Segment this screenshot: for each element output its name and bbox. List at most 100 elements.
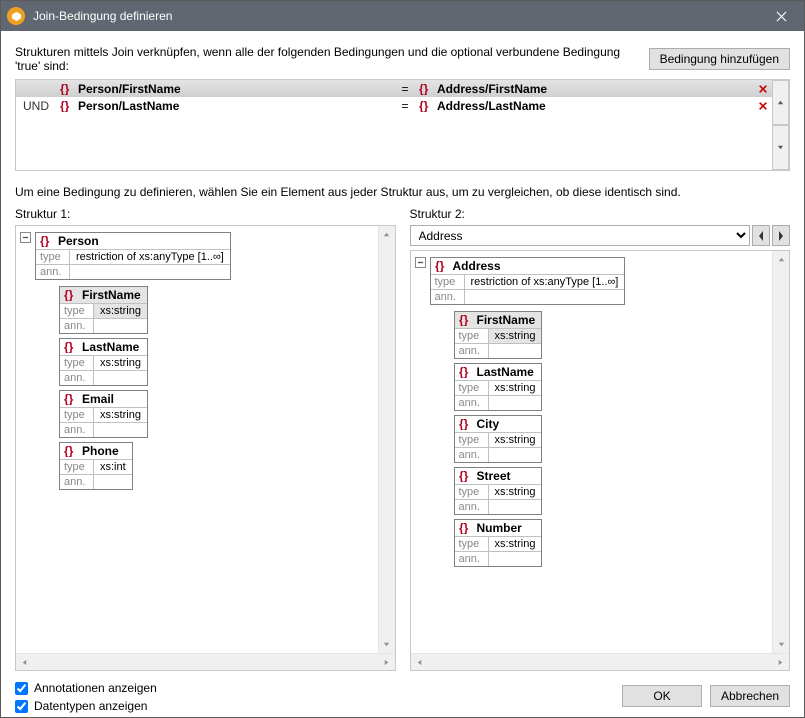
condition-right: Address/FirstName — [437, 82, 547, 96]
structure-1-tree[interactable]: {} Person type restriction of xs:anyType [1… — [15, 225, 396, 671]
tree-node-name[interactable]: Street — [477, 469, 511, 483]
element-icon: {} — [40, 235, 54, 247]
condition-operator: UND — [16, 99, 56, 113]
type-label: type — [60, 356, 94, 370]
ann-value — [489, 500, 501, 514]
vertical-scrollbar[interactable] — [772, 251, 789, 653]
scroll-right-icon[interactable] — [772, 654, 789, 670]
structure-1-label: Struktur 1: — [15, 207, 396, 221]
conditions-table: {} Person/FirstName = {} Address/FirstNa… — [15, 79, 790, 171]
svg-text:{}: {} — [64, 341, 74, 353]
scroll-left-icon[interactable] — [411, 654, 428, 670]
element-icon: {} — [419, 100, 433, 112]
scroll-right-icon[interactable] — [378, 654, 395, 670]
svg-text:{}: {} — [459, 470, 469, 482]
scroll-left-icon[interactable] — [16, 654, 33, 670]
structure-2-tree[interactable]: {} Address type restriction of xs:anyType [… — [410, 250, 791, 671]
condition-left: Person/FirstName — [78, 82, 181, 96]
ann-value — [94, 423, 106, 437]
type-value: restriction of xs:anyType [1..∞] — [70, 250, 230, 264]
dialog-window: Join-Bedingung definieren Strukturen mit… — [0, 0, 805, 718]
add-condition-button[interactable]: Bedingung hinzufügen — [649, 48, 790, 70]
element-icon: {} — [435, 260, 449, 272]
ann-value — [489, 448, 501, 462]
collapse-toggle[interactable] — [415, 257, 426, 268]
ann-label: ann. — [60, 423, 94, 437]
element-icon: {} — [459, 366, 473, 378]
ann-value — [489, 344, 501, 358]
tree-node-name[interactable]: Address — [453, 259, 501, 273]
tree-node-name[interactable]: LastName — [477, 365, 534, 379]
tree-node-name[interactable]: Number — [477, 521, 522, 535]
svg-text:{}: {} — [459, 418, 469, 430]
scroll-up-icon[interactable] — [773, 251, 789, 268]
ann-label: ann. — [455, 344, 489, 358]
condition-reorder-spinner — [772, 80, 789, 170]
move-up-button[interactable] — [772, 80, 789, 125]
type-value: xs:string — [489, 433, 542, 447]
condition-row[interactable]: {} Person/FirstName = {} Address/FirstNa… — [16, 80, 772, 97]
type-value: xs:string — [489, 485, 542, 499]
type-value: xs:string — [94, 408, 147, 422]
tree-node-name[interactable]: Email — [82, 392, 114, 406]
condition-eq: = — [395, 82, 415, 96]
tree-node-name[interactable]: Phone — [82, 444, 119, 458]
scroll-up-icon[interactable] — [379, 226, 395, 243]
element-icon: {} — [419, 83, 433, 95]
close-button[interactable] — [759, 1, 804, 31]
ann-value — [70, 265, 82, 279]
horizontal-scrollbar[interactable] — [16, 653, 395, 670]
titlebar: Join-Bedingung definieren — [1, 1, 804, 31]
ann-value — [489, 552, 501, 566]
svg-text:{}: {} — [40, 235, 50, 247]
svg-text:{}: {} — [435, 260, 445, 272]
tree-node-name[interactable]: FirstName — [82, 288, 141, 302]
svg-text:{}: {} — [60, 83, 70, 95]
element-icon: {} — [60, 100, 74, 112]
element-icon: {} — [64, 289, 78, 301]
ann-value — [94, 319, 106, 333]
cancel-button[interactable]: Abbrechen — [710, 685, 790, 707]
vertical-scrollbar[interactable] — [378, 226, 395, 653]
type-label: type — [455, 537, 489, 551]
app-icon — [7, 7, 25, 25]
ann-value — [465, 290, 477, 304]
tree-node-name[interactable]: LastName — [82, 340, 139, 354]
ann-label: ann. — [60, 319, 94, 333]
delete-condition-icon[interactable] — [754, 83, 772, 95]
scroll-down-icon[interactable] — [773, 636, 789, 653]
scroll-down-icon[interactable] — [379, 636, 395, 653]
ok-button[interactable]: OK — [622, 685, 702, 707]
type-value: xs:string — [489, 537, 542, 551]
nav-prev-button[interactable] — [752, 225, 770, 246]
type-value: xs:string — [489, 329, 542, 343]
horizontal-scrollbar[interactable] — [411, 653, 790, 670]
ann-label: ann. — [455, 396, 489, 410]
element-icon: {} — [459, 314, 473, 326]
structure-2-label: Struktur 2: — [410, 207, 791, 221]
condition-right: Address/LastName — [437, 99, 546, 113]
tree-node-name[interactable]: City — [477, 417, 500, 431]
svg-text:{}: {} — [64, 393, 74, 405]
tree-node-name[interactable]: FirstName — [477, 313, 536, 327]
collapse-toggle[interactable] — [20, 232, 31, 243]
element-icon: {} — [64, 445, 78, 457]
move-down-button[interactable] — [772, 125, 789, 170]
element-icon: {} — [459, 418, 473, 430]
element-icon: {} — [459, 470, 473, 482]
svg-text:{}: {} — [64, 445, 74, 457]
condition-row[interactable]: UND {} Person/LastName = {} Address/Last… — [16, 97, 772, 114]
help-text: Um eine Bedingung zu definieren, wählen … — [15, 185, 790, 199]
svg-text:{}: {} — [419, 100, 429, 112]
type-label: type — [455, 381, 489, 395]
ann-label: ann. — [455, 552, 489, 566]
nav-next-button[interactable] — [772, 225, 790, 246]
structure-2-select[interactable]: Address — [410, 225, 751, 246]
tree-node-name[interactable]: Person — [58, 234, 99, 248]
ann-value — [489, 396, 501, 410]
window-title: Join-Bedingung definieren — [33, 9, 759, 23]
element-icon: {} — [64, 341, 78, 353]
delete-condition-icon[interactable] — [754, 100, 772, 112]
type-value: restriction of xs:anyType [1..∞] — [465, 275, 625, 289]
svg-text:{}: {} — [60, 100, 70, 112]
